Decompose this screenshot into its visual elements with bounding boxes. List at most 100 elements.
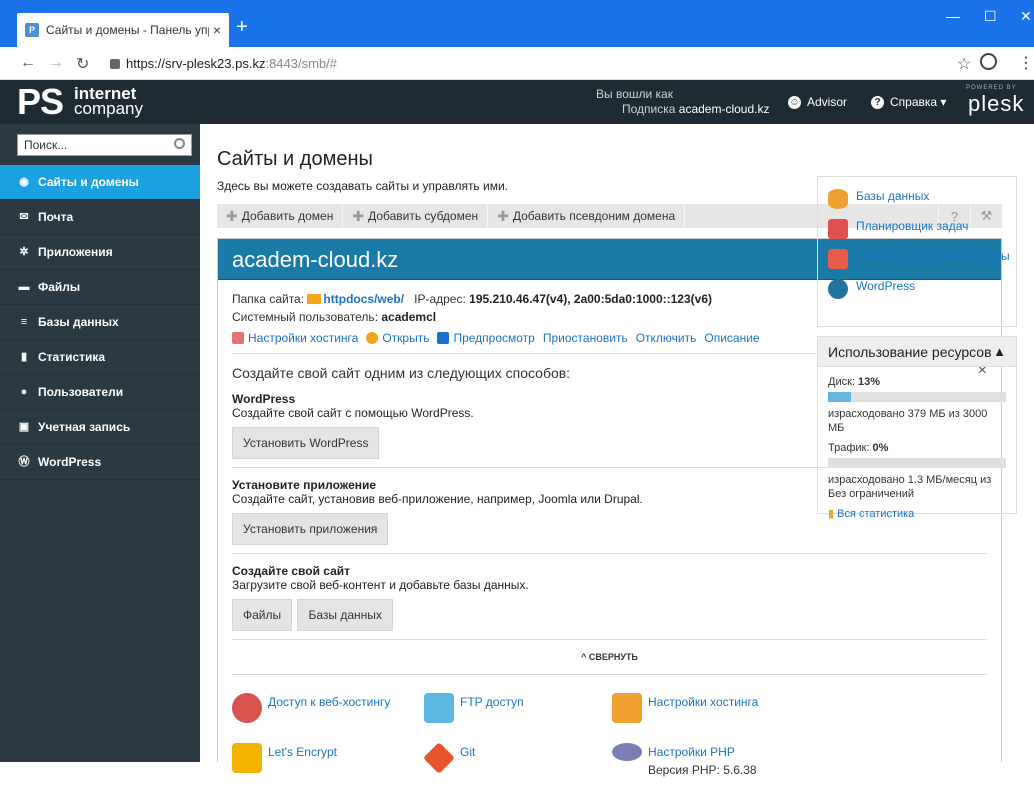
scheduler-link[interactable]: Планировщик задач bbox=[828, 219, 1016, 239]
close-tab-icon[interactable]: × bbox=[213, 22, 221, 38]
sidebar-item-label: Файлы bbox=[38, 280, 81, 294]
sidebar-item-sites[interactable]: ◉ Сайты и домены bbox=[0, 165, 200, 200]
wordpress-icon: Ⓦ bbox=[18, 456, 30, 468]
wordpress-icon bbox=[828, 279, 848, 299]
disk-label: Диск: bbox=[828, 376, 855, 388]
browser-tab-bar: P Сайты и домены - Панель упра × + — ☐ ✕ bbox=[0, 0, 1034, 47]
reload-icon[interactable]: ↻ bbox=[76, 54, 89, 74]
help-label: Справка bbox=[890, 95, 938, 109]
sidebar-item-mail[interactable]: ✉ Почта bbox=[0, 200, 200, 235]
sidebar-item-wordpress[interactable]: Ⓦ WordPress bbox=[0, 445, 200, 480]
lock-icon bbox=[110, 58, 120, 69]
action-label: Предпросмотр bbox=[453, 331, 535, 345]
disk-value: 13% bbox=[858, 376, 881, 388]
subscription-value[interactable]: academ-cloud.kz bbox=[679, 102, 770, 116]
wordpress-link[interactable]: WordPress bbox=[828, 279, 1016, 299]
web-access-tool[interactable]: Доступ к веб-хостингу bbox=[232, 693, 390, 723]
sidebar-item-label: Сайты и домены bbox=[38, 175, 139, 189]
ftp-tool[interactable]: FTP доступ bbox=[424, 693, 524, 723]
traffic-value: 0% bbox=[872, 442, 889, 454]
bookmark-star-icon[interactable]: ☆ bbox=[957, 54, 971, 74]
url-field[interactable]: https://srv-plesk23.ps.kz:8443/smb/# bbox=[110, 52, 940, 75]
sidebar-item-databases[interactable]: ≡ Базы данных bbox=[0, 305, 200, 340]
resource-usage-title: Использование ресурсов bbox=[828, 343, 992, 360]
forward-icon[interactable]: → bbox=[48, 54, 64, 72]
collapse-toggle[interactable]: ^ СВЕРНУТЬ bbox=[232, 640, 987, 675]
sidebar-item-label: Почта bbox=[38, 210, 74, 224]
disable-link[interactable]: Отключить bbox=[636, 329, 697, 347]
sidebar-item-label: WordPress bbox=[38, 455, 102, 469]
install-wordpress-button[interactable]: Установить WordPress bbox=[232, 427, 380, 459]
browser-tab[interactable]: P Сайты и домены - Панель упра × bbox=[17, 13, 229, 47]
sidebar-nav: ◉ Сайты и домены ✉ Почта ✲ Приложения ▬ Файл… bbox=[0, 165, 200, 480]
description-link[interactable]: Описание bbox=[704, 329, 759, 347]
tab-title: Сайты и домены - Панель упра bbox=[46, 23, 209, 37]
add-domain-button[interactable]: ✚ Добавить домен bbox=[217, 204, 344, 228]
databases-button[interactable]: Базы данных bbox=[297, 599, 393, 631]
search-icon[interactable] bbox=[174, 138, 185, 149]
open-link[interactable]: Открыть bbox=[366, 329, 429, 347]
main-content: Сайты и домены Здесь вы можете создавать… bbox=[200, 124, 1034, 777]
calendar-icon bbox=[828, 219, 848, 239]
action-label: Настройки хостинга bbox=[248, 331, 359, 345]
hosting-settings-tool[interactable]: Настройки хостинга bbox=[612, 693, 758, 723]
stats-icon: ▮ bbox=[828, 508, 835, 520]
add-alias-button[interactable]: ✚ Добавить псевдоним домена bbox=[488, 204, 686, 228]
sidebar-item-account[interactable]: ▣ Учетная запись bbox=[0, 410, 200, 445]
resource-usage-panel: Использование ресурсов ▲ Диск: 13% израс… bbox=[817, 336, 1017, 520]
login-info: Вы вошли как Подписка academ-cloud.kz bbox=[596, 87, 770, 117]
hosting-settings-link[interactable]: Настройки хостинга bbox=[232, 329, 358, 347]
resource-usage-header[interactable]: Использование ресурсов ▲ bbox=[818, 337, 1016, 367]
minimize-icon[interactable]: — bbox=[946, 8, 960, 24]
search-input[interactable]: Поиск... bbox=[17, 134, 192, 156]
folder-link[interactable]: httpdocs/web/ bbox=[323, 292, 404, 306]
sidebar-item-statistics[interactable]: ▮ Статистика bbox=[0, 340, 200, 375]
folder-icon: ▬ bbox=[18, 281, 30, 293]
git-icon bbox=[423, 742, 455, 774]
browser-menu-icon[interactable]: ⋮ bbox=[1018, 53, 1034, 73]
outgoing-mail-link[interactable]: Контроль исходящей почты bbox=[828, 249, 1016, 269]
files-button[interactable]: Файлы bbox=[232, 599, 293, 631]
back-icon[interactable]: ← bbox=[20, 54, 36, 72]
all-stats-link[interactable]: ▮ Вся статистика bbox=[828, 508, 914, 520]
sidebar-item-users[interactable]: ● Пользователи bbox=[0, 375, 200, 410]
install-apps-button[interactable]: Установить приложения bbox=[232, 513, 389, 545]
action-label: Открыть bbox=[382, 331, 430, 345]
add-subdomain-button[interactable]: ✚ Добавить субдомен bbox=[343, 204, 489, 228]
folder-icon bbox=[307, 294, 322, 304]
git-tool[interactable]: Git bbox=[423, 742, 476, 774]
sidebar-item-apps[interactable]: ✲ Приложения bbox=[0, 235, 200, 270]
sidebar-item-files[interactable]: ▬ Файлы bbox=[0, 270, 200, 305]
help-button[interactable]: ? Справка ▾ bbox=[871, 95, 946, 109]
tool-label: Настройки хостинга bbox=[648, 695, 759, 709]
suspend-link[interactable]: Приостановить bbox=[543, 329, 628, 347]
logo-ps: PS bbox=[17, 81, 64, 122]
letsencrypt-tool[interactable]: Let's Encrypt bbox=[232, 743, 337, 773]
own-title: Создайте свой сайт bbox=[232, 564, 351, 578]
chevron-up-icon[interactable]: ▲ bbox=[993, 344, 1006, 359]
traffic-label: Трафик: bbox=[828, 442, 870, 454]
profile-icon[interactable] bbox=[980, 53, 997, 70]
all-stats-label: Вся статистика bbox=[837, 508, 915, 520]
new-tab-icon[interactable]: + bbox=[236, 16, 248, 39]
preview-link[interactable]: Предпросмотр bbox=[437, 329, 535, 347]
php-settings-tool[interactable]: Настройки PHP Версия PHP: 5.6.38 bbox=[612, 743, 757, 779]
user-icon: ● bbox=[20, 386, 28, 398]
maximize-icon[interactable]: ☐ bbox=[984, 8, 997, 25]
traffic-usage-bar bbox=[828, 458, 1006, 468]
advisor-button[interactable]: ☺ Advisor bbox=[788, 95, 847, 109]
sidebar: Поиск... ◉ Сайты и домены ✉ Почта ✲ Приложе… bbox=[0, 124, 200, 762]
database-icon: ≡ bbox=[20, 316, 28, 328]
add-domain-label: Добавить домен bbox=[241, 209, 334, 223]
web-access-icon bbox=[232, 693, 262, 723]
database-icon bbox=[828, 189, 848, 209]
link-label: WordPress bbox=[856, 279, 916, 293]
close-window-icon[interactable]: ✕ bbox=[1020, 8, 1032, 25]
bar-chart-icon: ▮ bbox=[20, 351, 28, 363]
link-label: Планировщик задач bbox=[856, 219, 969, 233]
plesk-header: PS internet company Вы вошли как Подписк… bbox=[0, 80, 1034, 124]
open-icon bbox=[366, 332, 379, 344]
databases-link[interactable]: Базы данных bbox=[828, 189, 1016, 209]
tool-label: Git bbox=[460, 745, 476, 759]
url-path: :8443/smb/# bbox=[265, 56, 337, 71]
